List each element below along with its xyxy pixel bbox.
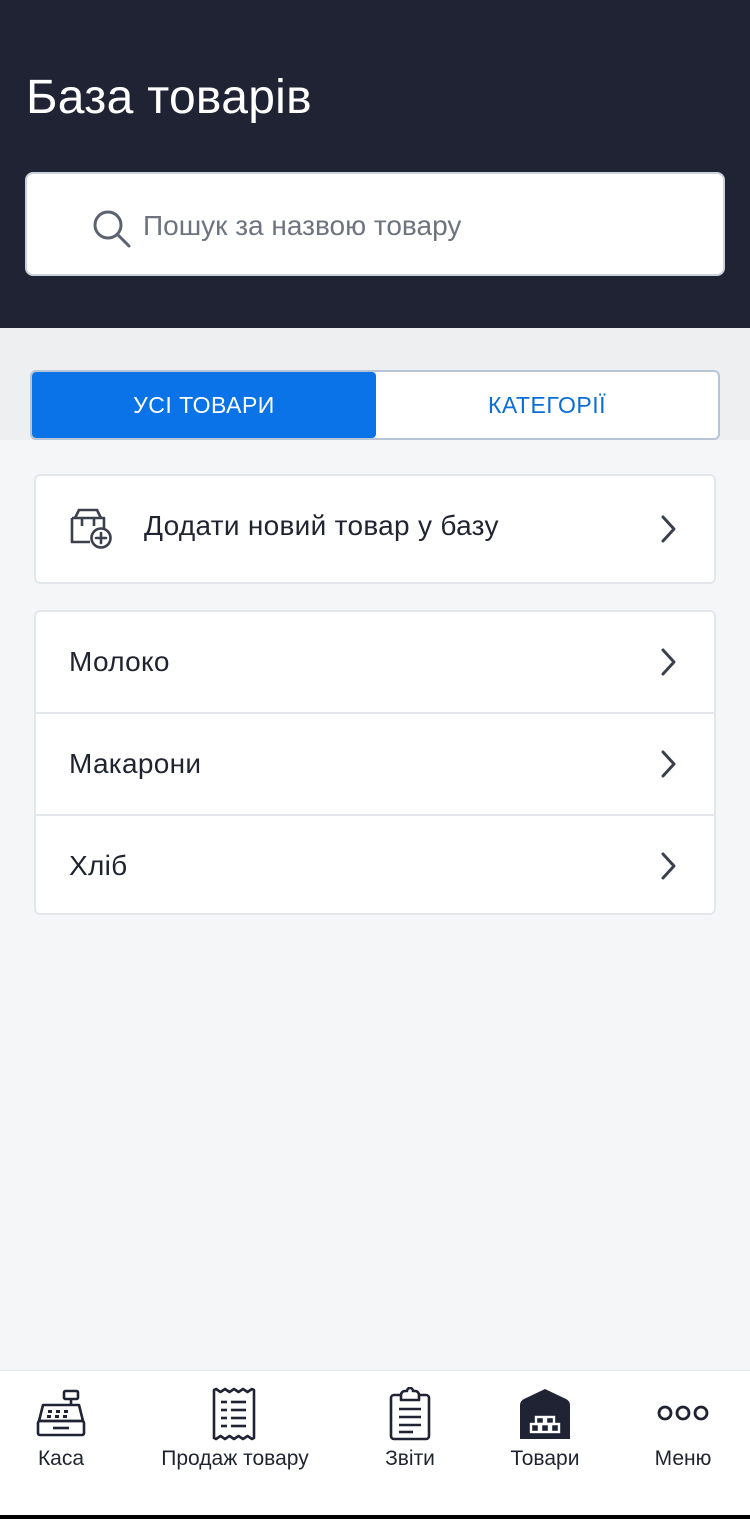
more-dots-icon: [657, 1405, 709, 1421]
add-product-button[interactable]: Додати новий товар у базу: [34, 474, 716, 584]
nav-item-menu[interactable]: Меню: [628, 1371, 738, 1516]
nav-item-cash[interactable]: Каса: [0, 1371, 122, 1516]
clipboard-report-icon: [389, 1387, 431, 1441]
receipt-icon: [212, 1387, 256, 1441]
product-name: Макарони: [69, 748, 202, 779]
chevron-right-icon: [661, 750, 676, 778]
product-name: Хліб: [69, 850, 128, 881]
tab-categories[interactable]: КАТЕГОРІЇ: [376, 372, 718, 438]
list-item[interactable]: Макарони: [36, 712, 714, 814]
search-bar[interactable]: [25, 172, 725, 276]
search-icon: [93, 210, 131, 248]
tab-switcher: УСІ ТОВАРИ КАТЕГОРІЇ: [30, 370, 720, 440]
cash-register-icon: [36, 1389, 86, 1437]
nav-label: Товари: [510, 1447, 580, 1470]
chevron-right-icon: [661, 852, 676, 880]
add-product-label: Додати новий товар у базу: [144, 510, 499, 541]
system-bottom-bar: [0, 1515, 750, 1519]
list-item[interactable]: Молоко: [36, 612, 714, 714]
nav-label: Меню: [654, 1447, 712, 1470]
list-item[interactable]: Хліб: [36, 814, 714, 916]
chevron-right-icon: [661, 515, 676, 543]
nav-label: Продаж товару: [161, 1447, 309, 1470]
add-box-icon: [70, 508, 112, 549]
product-name: Молоко: [69, 646, 170, 677]
nav-label: Звіти: [385, 1447, 435, 1470]
search-input[interactable]: [143, 198, 703, 254]
tab-all-products[interactable]: УСІ ТОВАРИ: [32, 372, 376, 438]
nav-item-products[interactable]: Товари: [492, 1371, 598, 1516]
nav-item-reports[interactable]: Звіти: [358, 1371, 462, 1516]
header: База товарів: [0, 0, 750, 328]
page-title: База товарів: [26, 71, 312, 124]
nav-label: Каса: [37, 1447, 85, 1470]
chevron-right-icon: [661, 648, 676, 676]
bottom-navigation: Каса Продаж товару Звіти Товари Меню: [0, 1370, 750, 1515]
product-list: Молоко Макарони Хліб: [34, 610, 716, 915]
warehouse-icon: [520, 1389, 570, 1439]
nav-item-sales[interactable]: Продаж товару: [140, 1371, 330, 1516]
